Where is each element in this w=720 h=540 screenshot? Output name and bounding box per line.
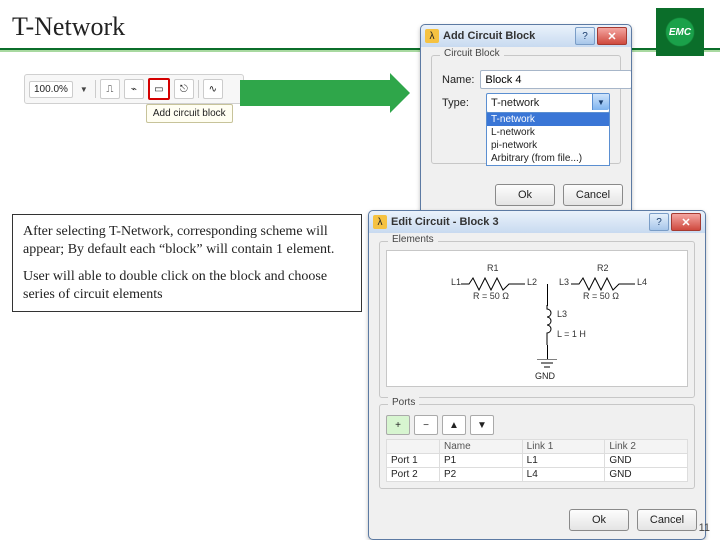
chevron-down-icon[interactable]: ▼ [592,94,609,110]
emc-logo: EMC [656,8,704,56]
add-circuit-block-dialog: λ Add Circuit Block ? ✕ Circuit Block Na… [420,24,632,215]
dialog-titlebar[interactable]: λ Edit Circuit - Block 3 ? ✕ [369,211,705,233]
move-up-button[interactable]: ▲ [442,415,466,435]
ok-button[interactable]: Ok [495,184,555,206]
add-block-tooltip: Add circuit block [146,104,233,123]
zoom-field[interactable]: 100.0% [29,81,73,98]
r2-l2: L4 [637,277,647,287]
dialog-title: Edit Circuit - Block 3 [391,216,649,228]
add-port-button[interactable]: + [386,415,410,435]
edit-circuit-dialog: λ Edit Circuit - Block 3 ? ✕ Elements R1… [368,210,706,540]
ports-table[interactable]: Name Link 1 Link 2 Port 1 P1 L1 GND Port… [386,439,688,482]
dialog-titlebar[interactable]: λ Add Circuit Block ? ✕ [421,25,631,47]
toolbar-btn-4[interactable]: ⎋ [174,79,194,99]
dialog-title: Add Circuit Block [443,30,575,42]
app-icon: λ [425,29,439,43]
separator [95,80,96,98]
name-label: Name: [442,74,474,86]
info-paragraph-2: User will able to double click on the bl… [23,268,351,303]
resistor-icon [461,277,525,291]
r2-l1: L3 [559,277,569,287]
col-link1: Link 1 [522,440,605,454]
schematic-canvas[interactable]: R1 L1 L2 R = 50 Ω R2 L3 L4 R = 50 Ω [386,250,688,387]
wire [547,284,548,306]
r1-label: R1 [487,263,499,273]
table-row[interactable]: Port 2 P2 L4 GND [387,468,688,482]
elements-group: Elements R1 L1 L2 R = 50 Ω R2 L3 L4 [379,241,695,398]
info-paragraph-1: After selecting T-Network, corresponding… [23,223,351,258]
separator [198,80,199,98]
resistor-icon [571,277,635,291]
table-row[interactable]: Port 1 P1 L1 GND [387,454,688,468]
group-label: Ports [388,397,419,408]
l3-value: L = 1 H [557,329,586,339]
inductor-icon [541,305,553,348]
r1-l1: L1 [451,277,461,287]
type-selected: T-network [491,97,539,109]
ok-button[interactable]: Ok [569,509,629,531]
name-input[interactable] [480,70,632,89]
delete-port-button[interactable]: − [414,415,438,435]
cancel-button[interactable]: Cancel [637,509,697,531]
help-button[interactable]: ? [575,27,595,45]
gnd-label: GND [535,371,555,381]
col-name: Name [440,440,523,454]
wire [547,345,548,359]
type-option[interactable]: T-network [487,113,609,126]
toolbar-btn-5[interactable]: ∿ [203,79,223,99]
type-option[interactable]: Arbitrary (from file...) [487,152,609,165]
l3-label: L3 [557,309,567,319]
type-combobox[interactable]: T-network ▼ T-network L-network pi-netwo… [486,93,610,113]
app-icon: λ [373,215,387,229]
page-number: 11 [699,522,710,534]
close-button[interactable]: ✕ [597,27,627,45]
toolbar: 100.0% ▼ ⎍ ⌁ ▭ Add circuit block ⎋ ∿ [24,74,244,104]
type-dropdown-list[interactable]: T-network L-network pi-network Arbitrary… [486,112,610,166]
col-link2: Link 2 [605,440,688,454]
toolbar-btn-2[interactable]: ⌁ [124,79,144,99]
r2-label: R2 [597,263,609,273]
close-button[interactable]: ✕ [671,213,701,231]
table-header-row: Name Link 1 Link 2 [387,440,688,454]
ports-toolbar: + − ▲ ▼ [386,415,688,435]
type-option[interactable]: pi-network [487,139,609,152]
emc-logo-text: EMC [661,13,699,51]
move-down-button[interactable]: ▼ [470,415,494,435]
ports-group: Ports + − ▲ ▼ Name Link 1 Link 2 Port 1 [379,404,695,489]
type-option[interactable]: L-network [487,126,609,139]
arrow-to-dialog [240,80,390,106]
type-label: Type: [442,97,480,109]
r1-value: R = 50 Ω [473,291,509,301]
page-title: T-Network [12,12,125,42]
toolbar-btn-1[interactable]: ⎍ [100,79,120,99]
info-text-box: After selecting T-Network, corresponding… [12,214,362,312]
zoom-dropdown-icon[interactable]: ▼ [77,85,91,94]
add-circuit-block-button[interactable]: ▭ Add circuit block [148,78,170,100]
r1-l2: L2 [527,277,537,287]
help-button[interactable]: ? [649,213,669,231]
group-label: Circuit Block [440,48,504,59]
r2-value: R = 50 Ω [583,291,619,301]
circuit-block-group: Circuit Block Name: Type: T-network ▼ T-… [431,55,621,164]
cancel-button[interactable]: Cancel [563,184,623,206]
group-label: Elements [388,234,438,245]
